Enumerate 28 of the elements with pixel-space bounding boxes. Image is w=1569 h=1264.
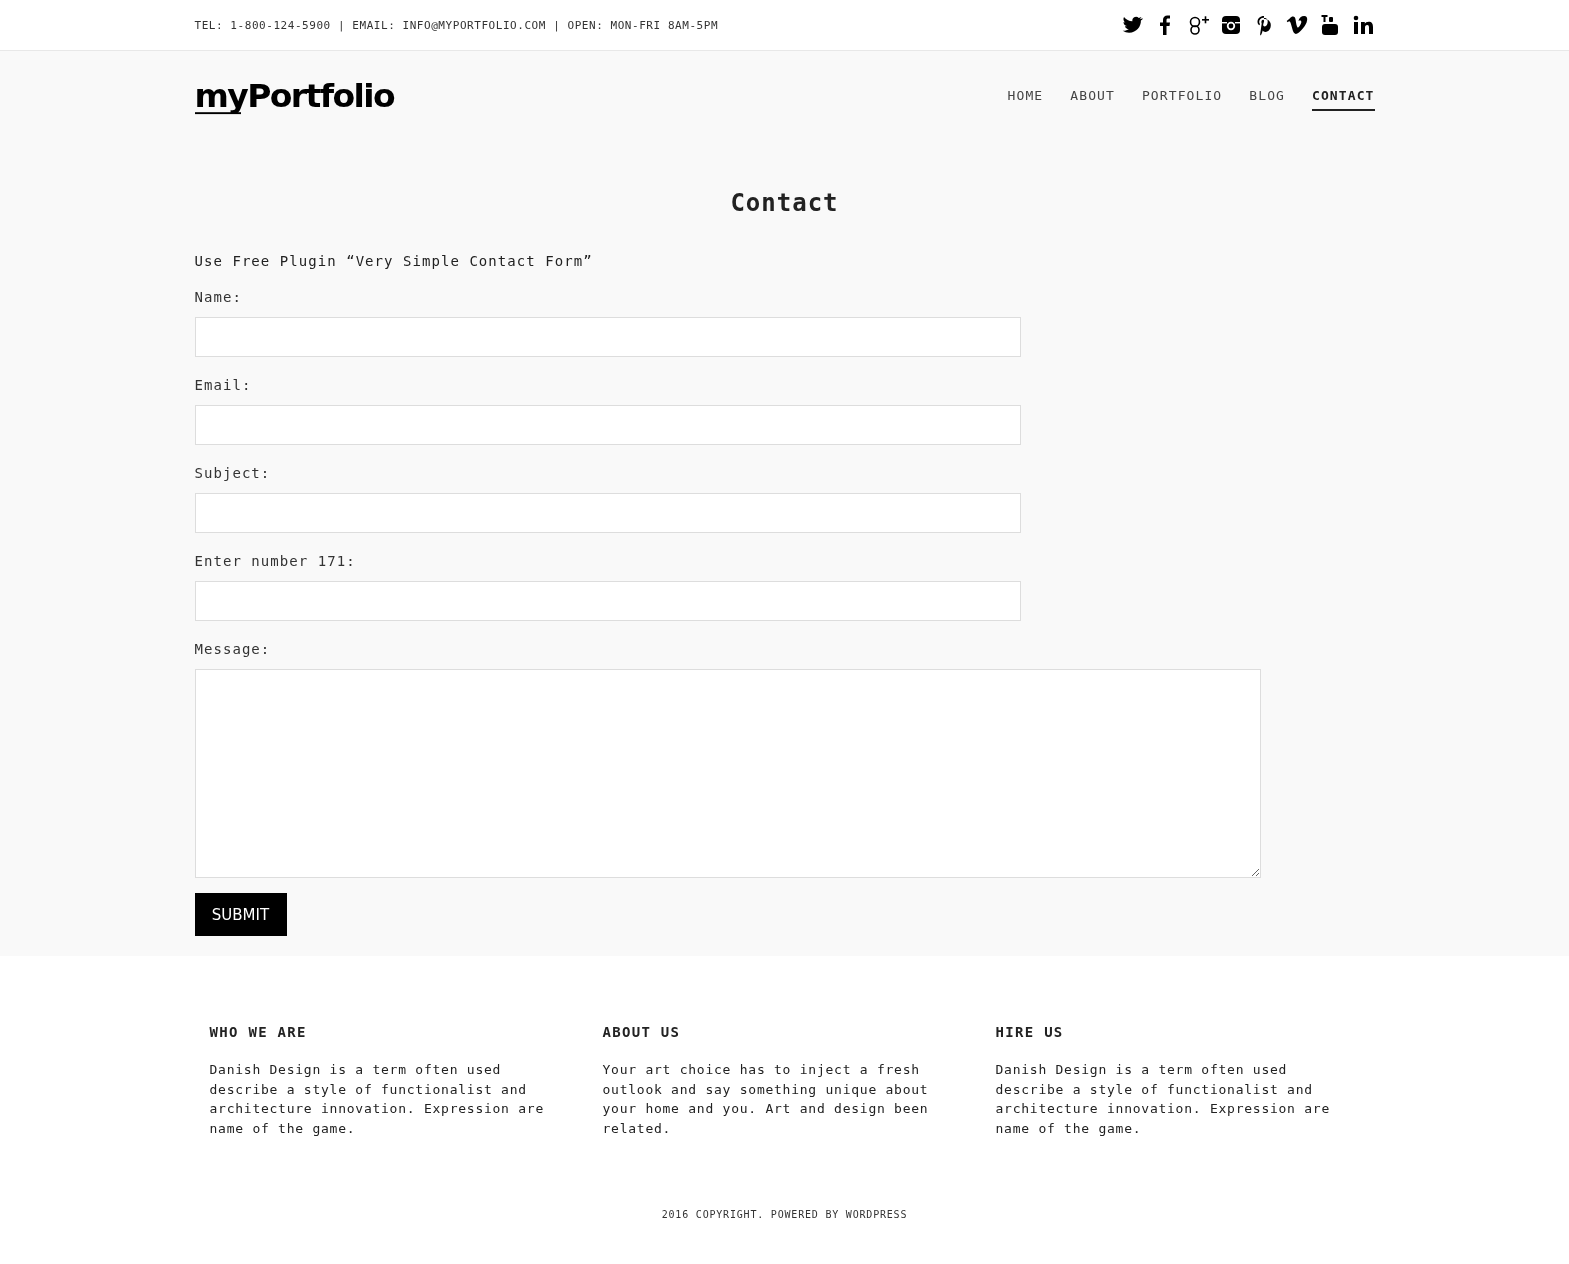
footer-text: Your art choice has to inject a fresh outlook and say something unique about your home and you. Art and design been related. <box>602 1061 930 1139</box>
nav-link[interactable]: HOME <box>1007 83 1044 111</box>
field-label: Enter number 171: <box>194 553 357 569</box>
submit-button[interactable]: SUBMIT <box>194 893 287 936</box>
nav-link[interactable]: BLOG <box>1249 83 1285 111</box>
message-field[interactable] <box>194 669 1261 878</box>
intro-text: Use Free Plugin “Very Simple Contact Form” <box>194 253 594 269</box>
input-field[interactable] <box>194 317 1021 357</box>
field-label: Email: <box>194 377 253 393</box>
input-field[interactable] <box>194 493 1021 533</box>
field-label: Name: <box>194 289 243 305</box>
copyright: 2016 COPYRIGHT. POWERED BY WORDPRESS <box>661 1208 908 1220</box>
footer-heading: HIRE US <box>995 1024 1065 1040</box>
nav-link[interactable]: CONTACT <box>1312 83 1375 111</box>
logo[interactable]: myPortfolio <box>194 79 395 115</box>
vimeo-icon[interactable] <box>1284 13 1309 37</box>
page-title: Contact <box>729 189 840 217</box>
nav-link[interactable]: PORTFOLIO <box>1141 83 1223 111</box>
footer-text: Danish Design is a term often used describe a style of functionalist and architecture innovation. Expression are name of the game. <box>209 1061 545 1139</box>
nav-link[interactable]: ABOUT <box>1070 83 1115 111</box>
field-label: Message: <box>194 641 272 657</box>
input-field[interactable] <box>194 405 1021 445</box>
footer-heading: ABOUT US <box>602 1024 682 1040</box>
footer-heading: WHO WE ARE <box>209 1024 308 1040</box>
field-label: Subject: <box>194 465 272 481</box>
input-field[interactable] <box>194 581 1021 621</box>
footer-text: Danish Design is a term often used describe a style of functionalist and architecture innovation. Expression are name of the game. <box>995 1061 1331 1139</box>
contact-info: TEL: 1-800-124-5900 | EMAIL: INFO@MYPORTFOLIO.COM | OPEN: MON-FRI 8AM-5PM <box>194 18 719 32</box>
